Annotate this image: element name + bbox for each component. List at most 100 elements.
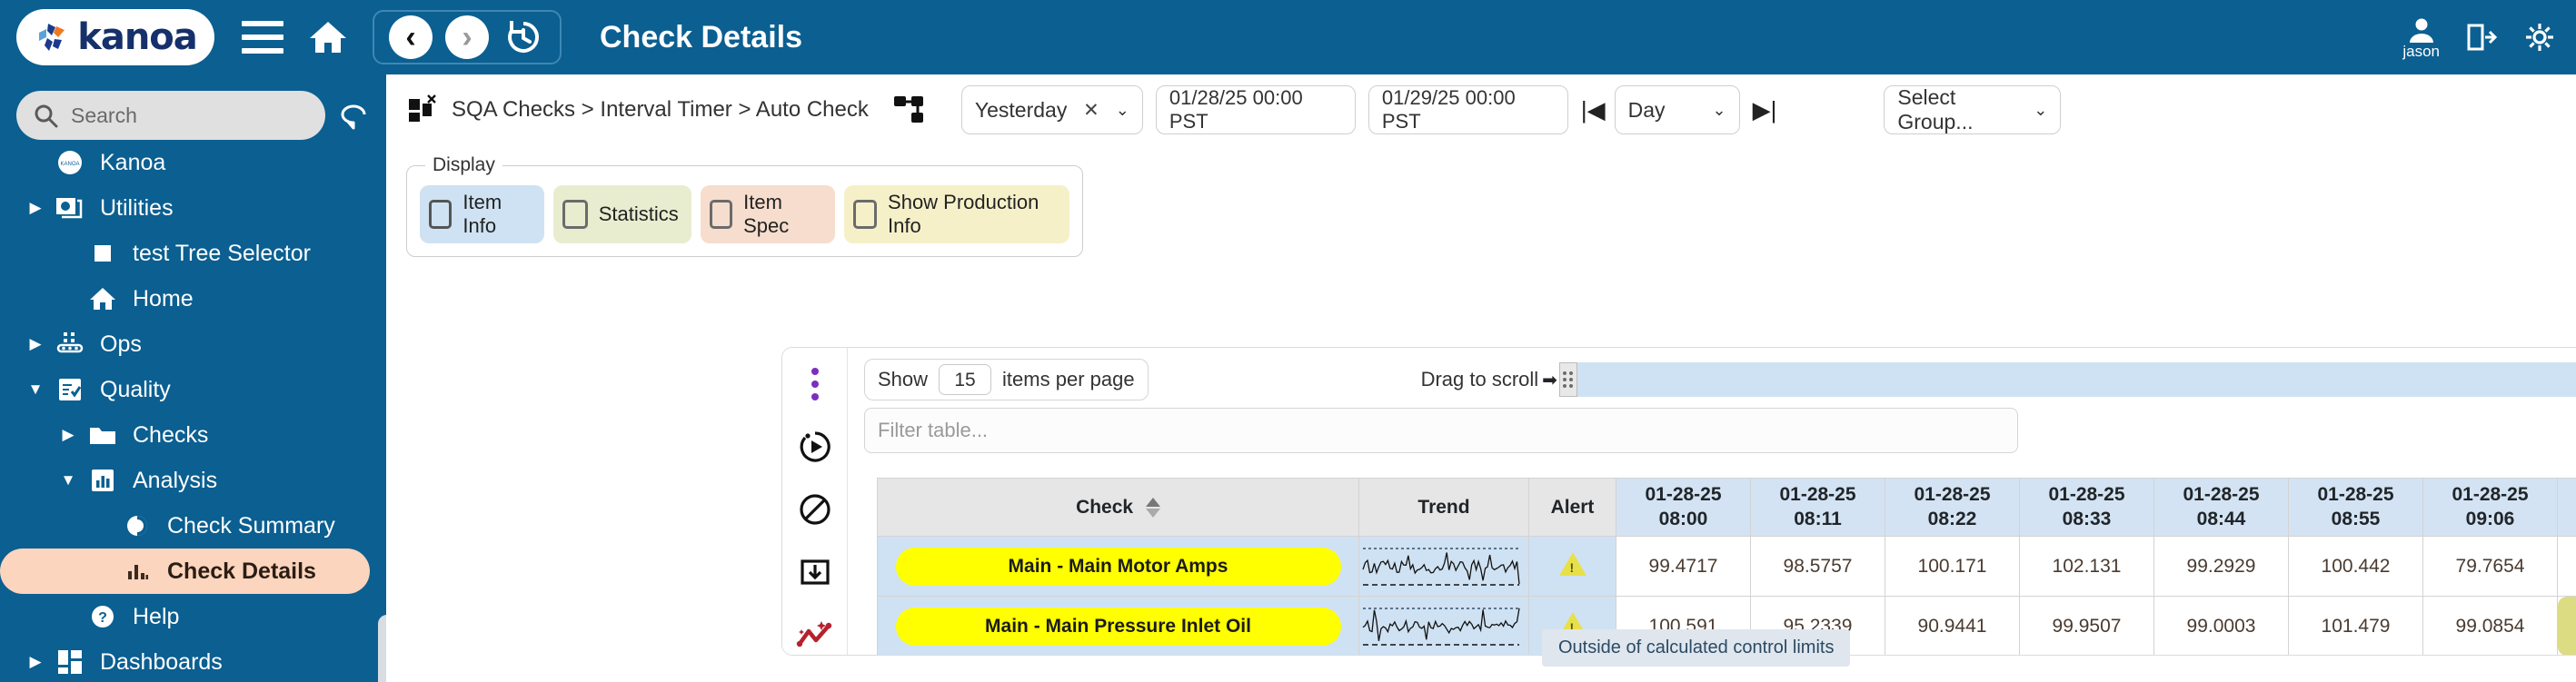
check-name-cell[interactable]: Main - Main Pressure Inlet Oil bbox=[878, 597, 1359, 656]
home-icon[interactable] bbox=[307, 17, 349, 57]
checkbox-icon[interactable] bbox=[853, 200, 877, 229]
checkbox-icon[interactable] bbox=[710, 200, 732, 229]
value-cell[interactable]: 90.9441 bbox=[1885, 597, 2020, 656]
value-cell[interactable]: 101.479 bbox=[2289, 597, 2423, 656]
sidebar-item-quality[interactable]: ▼Quality bbox=[0, 367, 386, 412]
check-name-cell[interactable]: Main - Main Motor Amps bbox=[878, 537, 1359, 597]
voice-search-icon[interactable] bbox=[338, 100, 369, 131]
trend-sparkline-cell[interactable] bbox=[1359, 597, 1529, 656]
date-to-input[interactable]: 01/29/25 00:00 PST bbox=[1368, 85, 1568, 134]
value-cell[interactable]: 99.0854 bbox=[2423, 597, 2558, 656]
trend-sparkline-cell[interactable] bbox=[1359, 537, 1529, 597]
sidebar-item-check-details[interactable]: Check Details bbox=[0, 549, 370, 594]
value-cell[interactable]: 100.442 bbox=[2289, 537, 2423, 597]
app-logo[interactable]: kanoa bbox=[16, 9, 214, 65]
scroll-grip-handle[interactable] bbox=[1559, 362, 1577, 397]
sidebar-item-help[interactable]: ?Help bbox=[0, 594, 386, 639]
sidebar-item-ops[interactable]: ▶Ops bbox=[0, 321, 386, 367]
hamburger-icon[interactable] bbox=[242, 21, 283, 54]
checkbox-icon[interactable] bbox=[562, 200, 588, 229]
horizontal-scrollbar[interactable] bbox=[1577, 362, 2576, 397]
chevron-down-icon[interactable]: ▼ bbox=[20, 381, 51, 399]
chevron-right-icon[interactable]: ▶ bbox=[53, 426, 84, 444]
display-legend: Display bbox=[425, 154, 502, 176]
chevron-down-icon[interactable]: ▼ bbox=[53, 471, 84, 489]
header-time: 08:11 bbox=[1751, 508, 1885, 531]
display-option-statistics[interactable]: Statistics bbox=[553, 185, 691, 243]
play-circle-icon[interactable] bbox=[795, 427, 835, 466]
history-icon[interactable] bbox=[502, 15, 545, 59]
sidebar-item-test-tree-selector[interactable]: test Tree Selector bbox=[0, 231, 386, 276]
data-table-wrap: Check Trend Alert 01-28-2508:0001-28-250… bbox=[864, 478, 2576, 655]
page-size-input[interactable]: 15 bbox=[939, 364, 991, 395]
hierarchy-icon[interactable] bbox=[892, 94, 927, 126]
header-check[interactable]: Check bbox=[878, 479, 1359, 537]
display-option-item-info[interactable]: Item Info bbox=[420, 185, 544, 243]
user-menu[interactable]: jason bbox=[2402, 15, 2440, 61]
sidebar-item-dashboards[interactable]: ▶Dashboards bbox=[0, 639, 386, 682]
items-per-page-label: items per page bbox=[1002, 368, 1135, 391]
header-date-column[interactable]: 01-28-2508:33 bbox=[2020, 479, 2154, 537]
header-date-column[interactable]: 01-28-2508:22 bbox=[1885, 479, 2020, 537]
value-cell[interactable]: 100.242 bbox=[2558, 537, 2576, 597]
value-cell[interactable]: 98.5757 bbox=[1751, 537, 1885, 597]
filter-table-input[interactable]: Filter table... bbox=[864, 408, 2018, 453]
sidebar-collapse-button[interactable]: ‹ bbox=[378, 615, 386, 682]
header-date-column[interactable]: 01-28-2509:17 bbox=[2558, 479, 2576, 537]
sidebar-item-label: Check Summary bbox=[167, 513, 335, 539]
block-icon[interactable] bbox=[795, 489, 835, 529]
next-period-button[interactable]: ▶| bbox=[1753, 96, 1777, 124]
search-input[interactable]: Search bbox=[16, 91, 325, 140]
header-date-column[interactable]: 01-28-2508:00 bbox=[1616, 479, 1751, 537]
settings-gear-icon[interactable] bbox=[2523, 21, 2556, 54]
sparkline-icon[interactable] bbox=[795, 616, 835, 655]
chevron-right-icon[interactable]: ▶ bbox=[20, 199, 51, 217]
previous-period-button[interactable]: |◀ bbox=[1581, 96, 1606, 124]
forward-button[interactable]: › bbox=[445, 15, 489, 59]
page-size-control[interactable]: Show 15 items per page bbox=[864, 359, 1149, 400]
show-label: Show bbox=[878, 368, 928, 391]
sidebar-item-checks[interactable]: ▶Checks bbox=[0, 412, 386, 458]
sidebar-item-check-summary[interactable]: Check Summary bbox=[0, 503, 386, 549]
group-select[interactable]: Select Group... ⌄ bbox=[1884, 85, 2061, 134]
header-date-column[interactable]: 01-28-2508:44 bbox=[2154, 479, 2289, 537]
date-preset-select[interactable]: Yesterday ✕ ⌄ bbox=[961, 85, 1143, 134]
sidebar-item-kanoa[interactable]: KANOAKanoa bbox=[0, 140, 386, 185]
table-toolbar: Show 15 items per page Drag to scroll ➡ bbox=[848, 348, 2576, 402]
sparkline-chart bbox=[1359, 600, 1528, 653]
header-date: 01-28-25 bbox=[2423, 483, 2557, 507]
table-row[interactable]: Main - Main Motor Amps99.471798.5757100.… bbox=[878, 537, 2576, 597]
top-right-actions: jason bbox=[2402, 0, 2556, 74]
value-cell[interactable]: 99.0003 bbox=[2154, 597, 2289, 656]
value-cell[interactable]: 79.7654 bbox=[2423, 537, 2558, 597]
value-cell[interactable]: 99.9507 bbox=[2020, 597, 2154, 656]
sort-icon[interactable] bbox=[1146, 498, 1160, 518]
back-button[interactable]: ‹ bbox=[389, 15, 433, 59]
chevron-right-icon[interactable]: ▶ bbox=[20, 335, 51, 353]
sidebar-item-analysis[interactable]: ▼Analysis bbox=[0, 458, 386, 503]
clear-preset-icon[interactable]: ✕ bbox=[1083, 99, 1099, 122]
checkbox-icon[interactable] bbox=[429, 200, 452, 229]
sidebar-item-utilities[interactable]: ▶Utilities bbox=[0, 185, 386, 231]
header-date-column[interactable]: 01-28-2508:11 bbox=[1751, 479, 1885, 537]
more-vertical-icon[interactable] bbox=[795, 364, 835, 403]
granularity-select[interactable]: Day ⌄ bbox=[1615, 85, 1740, 134]
display-option-item-spec[interactable]: Item Spec bbox=[701, 185, 836, 243]
value-cell[interactable]: 102.131 bbox=[2020, 537, 2154, 597]
grid-remove-icon[interactable] bbox=[406, 94, 439, 126]
warning-triangle-icon[interactable] bbox=[1559, 552, 1586, 576]
value-cell[interactable]: 99.4717 bbox=[1616, 537, 1751, 597]
value-cell[interactable]: 43.13 bbox=[2558, 597, 2576, 656]
logout-icon[interactable] bbox=[2465, 21, 2498, 54]
value-cell[interactable]: 99.2929 bbox=[2154, 537, 2289, 597]
date-from-input[interactable]: 01/28/25 00:00 PST bbox=[1156, 85, 1356, 134]
value-cell[interactable]: 100.171 bbox=[1885, 537, 2020, 597]
sidebar-item-home[interactable]: Home bbox=[0, 276, 386, 321]
chevron-right-icon[interactable]: ▶ bbox=[20, 653, 51, 671]
header-date-column[interactable]: 01-28-2508:55 bbox=[2289, 479, 2423, 537]
square-icon bbox=[84, 238, 122, 269]
download-box-icon[interactable] bbox=[795, 553, 835, 592]
display-option-show-production-info[interactable]: Show Production Info bbox=[844, 185, 1069, 243]
header-date-column[interactable]: 01-28-2509:06 bbox=[2423, 479, 2558, 537]
alert-cell[interactable] bbox=[1529, 537, 1616, 597]
